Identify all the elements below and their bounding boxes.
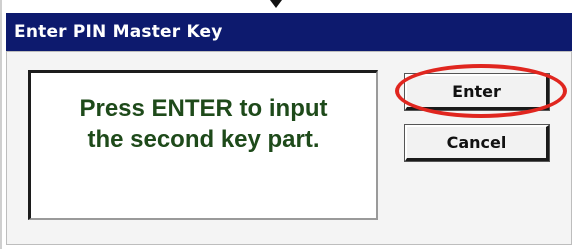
cancel-button[interactable]: Cancel: [404, 124, 550, 162]
instruction-message: Press ENTER to input the second key part…: [79, 95, 328, 153]
dialog-title-bar: Enter PIN Master Key: [6, 13, 572, 51]
dialog-title: Enter PIN Master Key: [14, 22, 223, 42]
message-panel: Press ENTER to input the second key part…: [28, 70, 378, 220]
pointer-marker-icon: [270, 0, 282, 8]
screen-frame: Enter PIN Master Key Press ENTER to inpu…: [0, 0, 574, 249]
enter-button[interactable]: Enter: [404, 73, 550, 111]
